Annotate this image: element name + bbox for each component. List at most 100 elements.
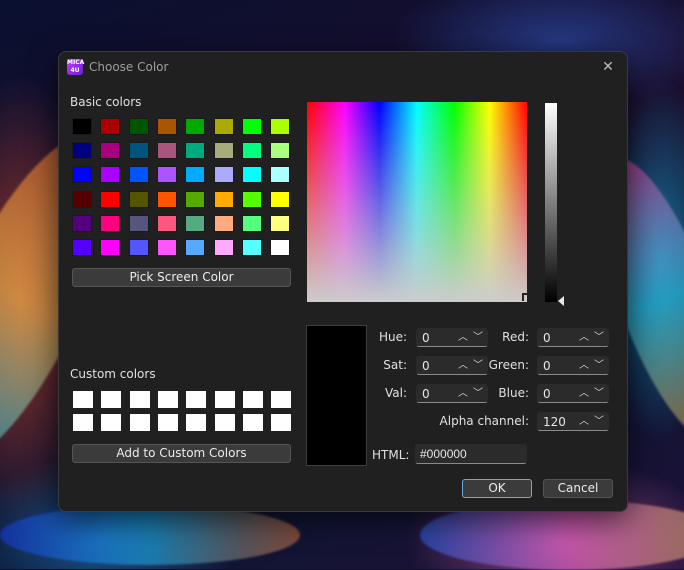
basic-color-swatch[interactable] — [156, 239, 177, 256]
alpha-spinbox[interactable]: 120 ︿ ﹀ — [537, 412, 609, 431]
basic-color-swatch[interactable] — [156, 142, 177, 160]
basic-color-swatch[interactable] — [128, 166, 149, 184]
custom-color-slot[interactable] — [214, 391, 235, 408]
custom-color-slot[interactable] — [157, 414, 178, 431]
luminance-slider[interactable] — [545, 103, 557, 302]
basic-color-swatch[interactable] — [185, 118, 206, 135]
luminance-arrow-icon[interactable] — [558, 296, 564, 306]
val-value: 0 — [422, 387, 430, 401]
basic-color-swatch[interactable] — [128, 214, 149, 232]
custom-color-slot[interactable] — [129, 391, 150, 408]
basic-color-swatch[interactable] — [100, 142, 121, 160]
chevron-down-icon[interactable]: ﹀ — [592, 329, 606, 346]
chevron-up-icon[interactable]: ︿ — [456, 329, 470, 346]
basic-colors-label: Basic colors — [70, 95, 142, 109]
basic-color-swatch[interactable] — [185, 190, 206, 208]
basic-color-swatch[interactable] — [185, 239, 206, 256]
sat-spinbox[interactable]: 0 ︿ ﹀ — [416, 356, 488, 375]
custom-colors-label: Custom colors — [70, 367, 156, 381]
basic-color-swatch[interactable] — [100, 118, 121, 135]
custom-color-slot[interactable] — [129, 414, 150, 431]
basic-color-swatch[interactable] — [241, 214, 262, 232]
basic-color-swatch[interactable] — [213, 239, 234, 256]
chevron-up-icon[interactable]: ︿ — [577, 329, 591, 346]
basic-color-swatch[interactable] — [213, 118, 234, 135]
basic-color-swatch[interactable] — [213, 190, 234, 208]
basic-color-swatch[interactable] — [270, 118, 291, 135]
alpha-label: Alpha channel: — [439, 414, 529, 428]
basic-color-swatch[interactable] — [241, 239, 262, 256]
basic-color-swatch[interactable] — [128, 118, 149, 135]
pick-screen-color-button[interactable]: Pick Screen Color — [72, 268, 291, 287]
cancel-button[interactable]: Cancel — [543, 479, 613, 498]
custom-color-slot[interactable] — [73, 414, 93, 431]
custom-color-slot[interactable] — [186, 391, 207, 408]
custom-color-slot[interactable] — [242, 391, 263, 408]
basic-color-swatch[interactable] — [270, 142, 291, 160]
basic-color-swatch[interactable] — [100, 166, 121, 184]
custom-color-slot[interactable] — [157, 391, 178, 408]
basic-color-swatch[interactable] — [185, 142, 206, 160]
blue-spinbox[interactable]: 0 ︿ ﹀ — [537, 384, 609, 403]
chevron-down-icon[interactable]: ﹀ — [592, 413, 606, 430]
val-spinbox[interactable]: 0 ︿ ﹀ — [416, 384, 488, 403]
basic-color-swatch[interactable] — [156, 166, 177, 184]
basic-color-swatch[interactable] — [270, 166, 291, 184]
custom-color-slot[interactable] — [73, 391, 93, 408]
basic-color-swatch[interactable] — [241, 190, 262, 208]
basic-color-swatch[interactable] — [100, 190, 121, 208]
basic-color-swatch[interactable] — [213, 142, 234, 160]
app-icon: MICA 4U — [67, 59, 85, 75]
hue-spinbox[interactable]: 0 ︿ ﹀ — [416, 328, 488, 347]
basic-color-swatch[interactable] — [185, 166, 206, 184]
green-spinbox[interactable]: 0 ︿ ﹀ — [537, 356, 609, 375]
color-spectrum[interactable] — [307, 102, 527, 302]
basic-color-swatch[interactable] — [128, 142, 149, 160]
add-to-custom-colors-button[interactable]: Add to Custom Colors — [72, 444, 291, 463]
red-spinbox[interactable]: 0 ︿ ﹀ — [537, 328, 609, 347]
basic-color-swatch[interactable] — [128, 239, 149, 256]
custom-color-slot[interactable] — [101, 391, 122, 408]
chevron-up-icon[interactable]: ︿ — [577, 385, 591, 402]
val-label: Val: — [384, 386, 407, 400]
basic-color-swatch[interactable] — [100, 214, 121, 232]
ok-button[interactable]: OK — [462, 479, 532, 498]
basic-color-swatch[interactable] — [213, 166, 234, 184]
basic-color-swatch[interactable] — [156, 214, 177, 232]
basic-color-swatch[interactable] — [128, 190, 149, 208]
chevron-up-icon[interactable]: ︿ — [577, 413, 591, 430]
hue-value: 0 — [422, 331, 430, 345]
basic-color-swatch[interactable] — [72, 142, 92, 160]
custom-color-slot[interactable] — [242, 414, 263, 431]
basic-color-swatch[interactable] — [241, 118, 262, 135]
basic-color-swatch[interactable] — [72, 214, 92, 232]
basic-color-swatch[interactable] — [156, 118, 177, 135]
custom-color-slot[interactable] — [271, 414, 292, 431]
basic-color-swatch[interactable] — [100, 239, 121, 256]
basic-color-swatch[interactable] — [72, 239, 92, 256]
basic-color-swatch[interactable] — [270, 239, 291, 256]
close-icon[interactable]: ✕ — [597, 56, 619, 78]
color-preview — [306, 325, 367, 466]
custom-color-slot[interactable] — [214, 414, 235, 431]
custom-color-slot[interactable] — [101, 414, 122, 431]
basic-color-swatch[interactable] — [156, 190, 177, 208]
basic-color-swatch[interactable] — [270, 190, 291, 208]
chevron-down-icon[interactable]: ﹀ — [592, 357, 606, 374]
basic-color-swatch[interactable] — [72, 190, 92, 208]
chevron-up-icon[interactable]: ︿ — [456, 385, 470, 402]
basic-color-swatch[interactable] — [72, 166, 92, 184]
html-input[interactable] — [415, 444, 527, 464]
basic-color-swatch[interactable] — [213, 214, 234, 232]
basic-color-swatch[interactable] — [185, 214, 206, 232]
choose-color-dialog: MICA 4U Choose Color ✕ Basic colors Pick… — [58, 51, 628, 512]
chevron-down-icon[interactable]: ﹀ — [592, 385, 606, 402]
chevron-up-icon[interactable]: ︿ — [456, 357, 470, 374]
basic-color-swatch[interactable] — [241, 166, 262, 184]
basic-color-swatch[interactable] — [241, 142, 262, 160]
custom-color-slot[interactable] — [186, 414, 207, 431]
custom-color-slot[interactable] — [271, 391, 292, 408]
basic-color-swatch[interactable] — [72, 118, 92, 135]
basic-color-swatch[interactable] — [270, 214, 291, 232]
chevron-up-icon[interactable]: ︿ — [577, 357, 591, 374]
